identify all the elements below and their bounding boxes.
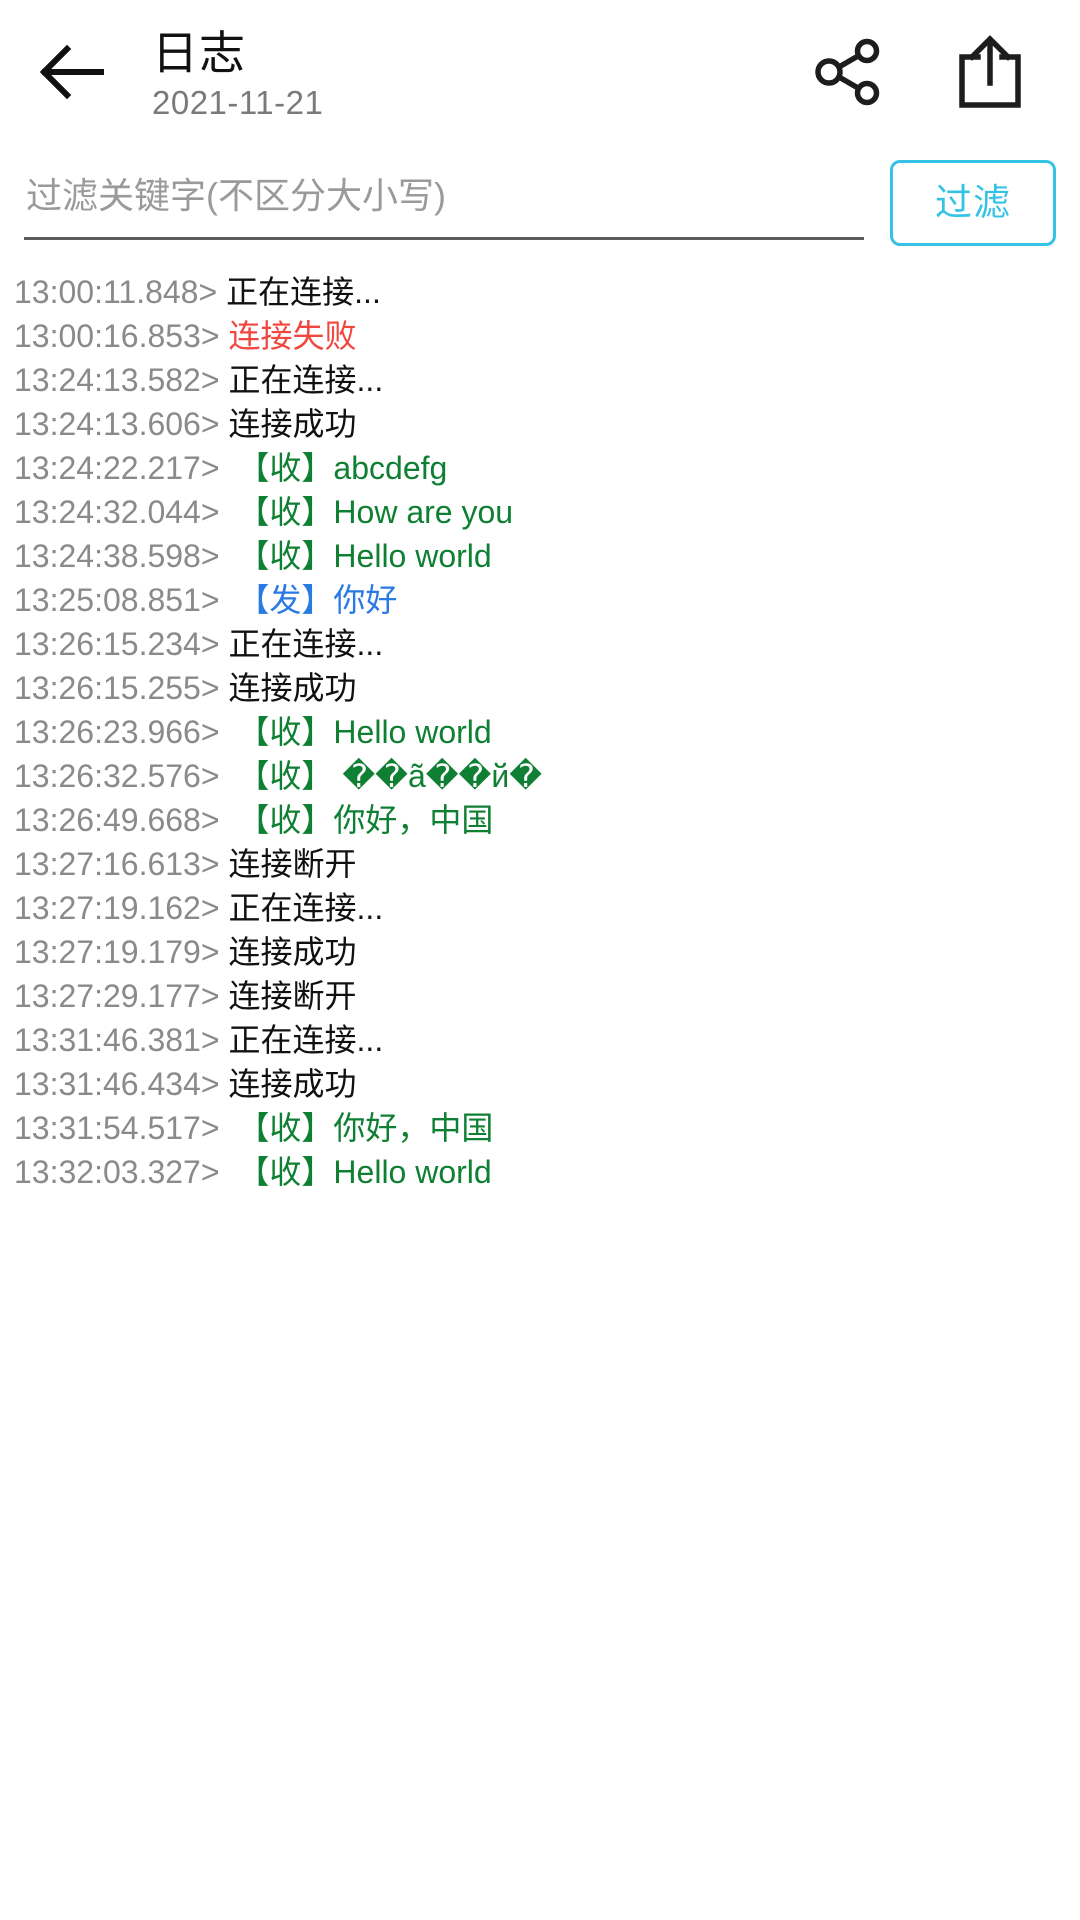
log-timestamp: 13:25:08.851>: [14, 582, 220, 618]
log-row: 13:31:46.381> 正在连接...: [14, 1018, 1080, 1062]
log-timestamp: 13:24:32.044>: [14, 494, 220, 530]
log-message: 连接断开: [228, 846, 357, 882]
appbar-actions: [806, 32, 1058, 116]
log-message: 【发】你好: [228, 582, 398, 618]
log-row: 13:26:15.234> 正在连接...: [14, 622, 1080, 666]
filter-bar: 过滤: [0, 148, 1080, 256]
log-row: 13:27:16.613> 连接断开: [14, 842, 1080, 886]
log-timestamp: 13:24:13.582>: [14, 362, 220, 398]
page-subtitle: 2021-11-21: [152, 84, 324, 121]
title-block: 日志 2021-11-21: [126, 26, 806, 124]
log-message: 连接成功: [228, 670, 357, 706]
log-message: 正在连接...: [226, 274, 381, 310]
log-list[interactable]: 13:00:11.848> 正在连接... 13:00:16.853> 连接失败 13:…: [0, 256, 1080, 1194]
log-row: 13:32:03.327> 【收】Hello world: [14, 1150, 1080, 1194]
log-row: 13:00:11.848> 正在连接...: [14, 270, 1080, 314]
filter-input-wrapper: [24, 160, 864, 240]
filter-keyword-input[interactable]: [24, 166, 864, 240]
log-timestamp: 13:27:19.179>: [14, 934, 220, 970]
share-button[interactable]: [806, 32, 890, 116]
log-message: 连接成功: [228, 406, 357, 442]
log-timestamp: 13:00:11.848>: [14, 274, 218, 310]
log-timestamp: 13:24:22.217>: [14, 450, 220, 486]
log-row: 13:31:46.434> 连接成功: [14, 1062, 1080, 1106]
log-message: 连接成功: [228, 1066, 357, 1102]
log-row: 13:27:19.179> 连接成功: [14, 930, 1080, 974]
log-message: 【收】你好，中国: [228, 1110, 494, 1146]
log-message: 【收】How are you: [228, 494, 514, 530]
log-message: 正在连接...: [228, 362, 384, 398]
log-row: 13:31:54.517> 【收】你好，中国: [14, 1106, 1080, 1150]
log-row: 13:24:13.606> 连接成功: [14, 402, 1080, 446]
log-row: 13:24:22.217> 【收】abcdefg: [14, 446, 1080, 490]
log-message: 【收】你好，中国: [228, 802, 494, 838]
log-row: 13:25:08.851> 【发】你好: [14, 578, 1080, 622]
log-timestamp: 13:26:49.668>: [14, 802, 220, 838]
log-timestamp: 13:27:29.177>: [14, 978, 220, 1014]
log-timestamp: 13:31:46.434>: [14, 1066, 220, 1102]
log-message: 【收】Hello world: [228, 1154, 492, 1190]
log-row: 13:00:16.853> 连接失败: [14, 314, 1080, 358]
log-timestamp: 13:27:19.162>: [14, 890, 220, 926]
log-message: 【收】abcdefg: [228, 450, 448, 486]
log-timestamp: 13:24:38.598>: [14, 538, 220, 574]
log-row: 13:27:19.162> 正在连接...: [14, 886, 1080, 930]
log-message: 连接断开: [228, 978, 357, 1014]
log-message: 正在连接...: [228, 626, 384, 662]
log-message: 连接失败: [228, 318, 357, 354]
arrow-left-icon: [37, 44, 105, 105]
log-timestamp: 13:00:16.853>: [14, 318, 220, 354]
log-timestamp: 13:31:46.381>: [14, 1022, 220, 1058]
log-row: 13:27:29.177> 连接断开: [14, 974, 1080, 1018]
log-timestamp: 13:24:13.606>: [14, 406, 220, 442]
log-message: 【收】Hello world: [228, 538, 492, 574]
log-row: 13:24:32.044> 【收】How are you: [14, 490, 1080, 534]
share-nodes-icon: [811, 35, 885, 114]
log-timestamp: 13:26:23.966>: [14, 714, 220, 750]
log-message: 【收】 ��ã��й�: [228, 758, 543, 794]
log-message: 连接成功: [228, 934, 357, 970]
log-timestamp: 13:26:32.576>: [14, 758, 220, 794]
log-message: 正在连接...: [228, 890, 384, 926]
log-row: 13:26:23.966> 【收】Hello world: [14, 710, 1080, 754]
export-upload-icon: [954, 33, 1026, 116]
log-timestamp: 13:27:16.613>: [14, 846, 220, 882]
export-button[interactable]: [948, 32, 1032, 116]
app-bar: 日志 2021-11-21: [0, 0, 1080, 148]
log-timestamp: 13:32:03.327>: [14, 1154, 220, 1190]
log-timestamp: 13:26:15.255>: [14, 670, 220, 706]
log-row: 13:24:38.598> 【收】Hello world: [14, 534, 1080, 578]
apply-filter-button[interactable]: 过滤: [890, 160, 1056, 246]
log-timestamp: 13:31:54.517>: [14, 1110, 220, 1146]
log-row: 13:26:49.668> 【收】你好，中国: [14, 798, 1080, 842]
back-button[interactable]: [16, 19, 126, 129]
log-row: 13:26:32.576> 【收】 ��ã��й�: [14, 754, 1080, 798]
log-timestamp: 13:26:15.234>: [14, 626, 220, 662]
log-row: 13:24:13.582> 正在连接...: [14, 358, 1080, 402]
log-row: 13:26:15.255> 连接成功: [14, 666, 1080, 710]
log-message: 正在连接...: [228, 1022, 384, 1058]
log-message: 【收】Hello world: [228, 714, 492, 750]
page-title: 日志: [152, 27, 246, 79]
